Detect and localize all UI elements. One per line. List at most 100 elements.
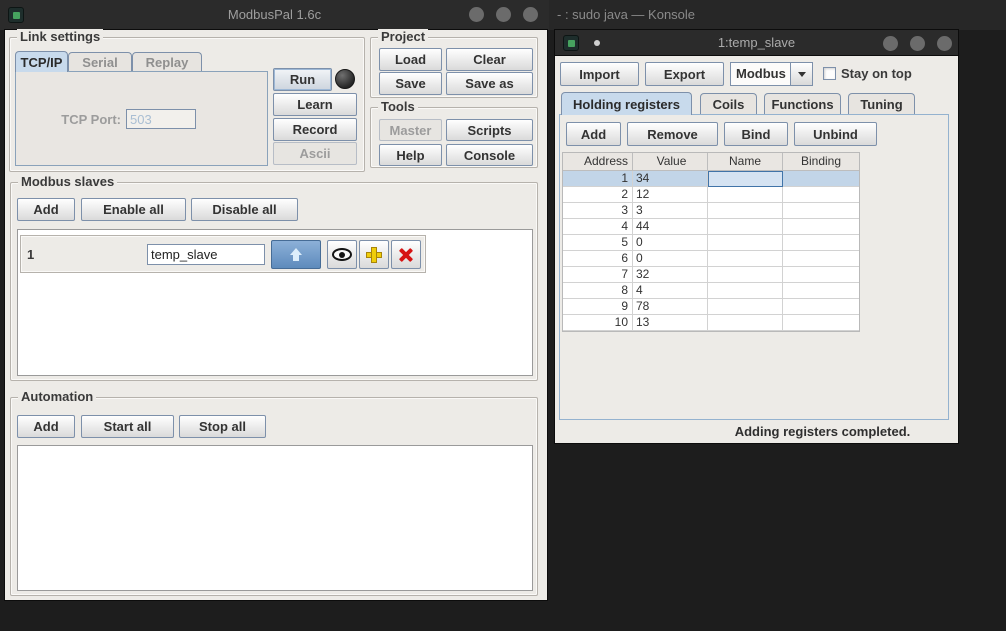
cell-binding[interactable]: [783, 203, 859, 219]
cell-name[interactable]: [708, 251, 783, 267]
cell-value[interactable]: 13: [633, 315, 708, 331]
add-register-button[interactable]: Add: [566, 122, 621, 146]
tab-coils[interactable]: Coils: [700, 93, 757, 115]
add-automation-to-slave-button[interactable]: [359, 240, 389, 269]
col-header-binding[interactable]: Binding: [783, 153, 859, 171]
cell-value[interactable]: 44: [633, 219, 708, 235]
col-header-name[interactable]: Name: [708, 153, 783, 171]
table-row[interactable]: 7 32: [563, 267, 859, 283]
cell-address[interactable]: 7: [563, 267, 633, 283]
tab-tuning[interactable]: Tuning: [848, 93, 915, 115]
slave-maximize-button[interactable]: [910, 36, 925, 51]
cell-value[interactable]: 34: [633, 171, 708, 187]
cell-name[interactable]: [708, 171, 783, 187]
cell-name[interactable]: [708, 219, 783, 235]
main-window-titlebar[interactable]: ModbusPal 1.6c: [0, 0, 549, 30]
maximize-button[interactable]: [496, 7, 511, 22]
help-button[interactable]: Help: [379, 144, 442, 166]
slave-name-field[interactable]: [147, 244, 265, 265]
scripts-button[interactable]: Scripts: [446, 119, 533, 141]
cell-address[interactable]: 6: [563, 251, 633, 267]
clear-button[interactable]: Clear: [446, 48, 533, 71]
cell-address[interactable]: 3: [563, 203, 633, 219]
run-button[interactable]: Run: [273, 68, 332, 91]
cell-binding[interactable]: [783, 171, 859, 187]
cell-value[interactable]: 78: [633, 299, 708, 315]
tab-tcpip[interactable]: TCP/IP: [15, 51, 68, 72]
cell-address[interactable]: 10: [563, 315, 633, 331]
export-button[interactable]: Export: [645, 62, 724, 86]
cell-binding[interactable]: [783, 267, 859, 283]
show-slave-panel-toggle[interactable]: [271, 240, 321, 269]
cell-name[interactable]: [708, 187, 783, 203]
table-row[interactable]: 8 4: [563, 283, 859, 299]
stop-all-button[interactable]: Stop all: [179, 415, 266, 438]
chevron-down-icon[interactable]: [790, 63, 812, 85]
close-button[interactable]: [523, 7, 538, 22]
minimize-button[interactable]: [469, 7, 484, 22]
cell-name[interactable]: [708, 283, 783, 299]
cell-value[interactable]: 4: [633, 283, 708, 299]
cell-value[interactable]: 0: [633, 251, 708, 267]
cell-binding[interactable]: [783, 187, 859, 203]
cell-address[interactable]: 8: [563, 283, 633, 299]
cell-binding[interactable]: [783, 219, 859, 235]
table-row[interactable]: 3 3: [563, 203, 859, 219]
cell-name[interactable]: [708, 235, 783, 251]
add-slave-button[interactable]: Add: [17, 198, 75, 221]
col-header-address[interactable]: Address: [563, 153, 633, 171]
unbind-button[interactable]: Unbind: [794, 122, 877, 146]
cell-binding[interactable]: [783, 235, 859, 251]
start-all-button[interactable]: Start all: [81, 415, 174, 438]
tab-tcpip-label: TCP/IP: [21, 55, 63, 70]
slave-minimize-button[interactable]: [883, 36, 898, 51]
slave-close-button[interactable]: [937, 36, 952, 51]
learn-button[interactable]: Learn: [273, 93, 357, 116]
add-automation-button[interactable]: Add: [17, 415, 75, 438]
console-button[interactable]: Console: [446, 144, 533, 166]
cell-address[interactable]: 1: [563, 171, 633, 187]
cell-address[interactable]: 4: [563, 219, 633, 235]
modbus-protocol-select[interactable]: Modbus: [730, 62, 813, 86]
table-row[interactable]: 5 0: [563, 235, 859, 251]
cell-value[interactable]: 32: [633, 267, 708, 283]
cell-address[interactable]: 5: [563, 235, 633, 251]
save-as-button[interactable]: Save as: [446, 72, 533, 95]
table-row[interactable]: 9 78: [563, 299, 859, 315]
slave-window-titlebar[interactable]: 1:temp_slave: [555, 30, 958, 56]
import-button[interactable]: Import: [560, 62, 639, 86]
cell-value[interactable]: 3: [633, 203, 708, 219]
cell-value[interactable]: 12: [633, 187, 708, 203]
cell-name[interactable]: [708, 203, 783, 219]
cell-name[interactable]: [708, 299, 783, 315]
table-row[interactable]: 6 0: [563, 251, 859, 267]
tab-holding-registers[interactable]: Holding registers: [561, 92, 692, 115]
col-header-value[interactable]: Value: [633, 153, 708, 171]
cell-binding[interactable]: [783, 251, 859, 267]
tab-functions[interactable]: Functions: [764, 93, 841, 115]
cell-binding[interactable]: [783, 315, 859, 331]
stay-on-top-label[interactable]: Stay on top: [841, 66, 912, 81]
cell-binding[interactable]: [783, 299, 859, 315]
cell-address[interactable]: 2: [563, 187, 633, 203]
record-button[interactable]: Record: [273, 118, 357, 141]
remove-register-button[interactable]: Remove: [627, 122, 718, 146]
load-button[interactable]: Load: [379, 48, 442, 71]
disable-all-button[interactable]: Disable all: [191, 198, 298, 221]
save-button[interactable]: Save: [379, 72, 442, 95]
view-slave-button[interactable]: [327, 240, 357, 269]
cell-value[interactable]: 0: [633, 235, 708, 251]
bind-button[interactable]: Bind: [724, 122, 788, 146]
cell-binding[interactable]: [783, 283, 859, 299]
delete-slave-button[interactable]: [391, 240, 421, 269]
cell-name[interactable]: [708, 315, 783, 331]
stay-on-top-checkbox[interactable]: [823, 67, 836, 80]
enable-all-button[interactable]: Enable all: [81, 198, 186, 221]
table-row[interactable]: 2 12: [563, 187, 859, 203]
table-row[interactable]: 10 13: [563, 315, 859, 331]
cell-name[interactable]: [708, 267, 783, 283]
table-row[interactable]: 4 44: [563, 219, 859, 235]
table-row[interactable]: 1 34: [563, 171, 859, 187]
konsole-titlebar[interactable]: - : sudo java — Konsole: [549, 0, 1006, 30]
cell-address[interactable]: 9: [563, 299, 633, 315]
